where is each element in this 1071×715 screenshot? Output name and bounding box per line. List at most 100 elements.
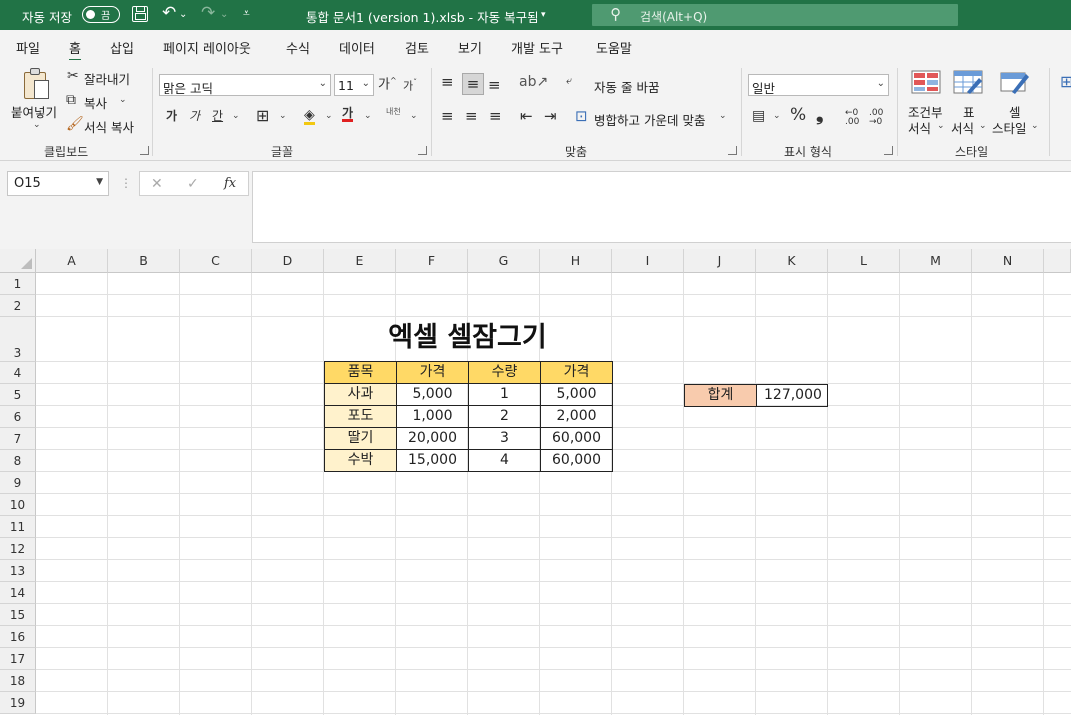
align-bottom-icon[interactable]: ≡: [488, 78, 501, 93]
menu-insert[interactable]: 삽입: [110, 38, 134, 57]
italic-button[interactable]: 가: [189, 110, 200, 122]
table-cell[interactable]: 2,000: [540, 405, 613, 428]
wrap-text-icon[interactable]: ⤶: [566, 75, 572, 86]
table-cell[interactable]: 20,000: [396, 427, 469, 450]
number-launcher-icon[interactable]: [884, 146, 893, 155]
decrease-decimal-icon[interactable]: .00 →0: [869, 109, 883, 127]
format-painter-button[interactable]: 서식 복사: [84, 117, 134, 136]
column-header-i[interactable]: I: [612, 249, 684, 273]
column-header-g[interactable]: G: [468, 249, 540, 273]
cut-button[interactable]: 잘라내기: [84, 69, 130, 88]
sheet-title[interactable]: 엑셀 셀잠그기: [324, 318, 611, 358]
wrap-text-button[interactable]: 자동 줄 바꿈: [594, 77, 659, 96]
paste-dropdown-icon[interactable]: ⌄: [33, 121, 41, 130]
worksheet-grid[interactable]: ABCDEFGHIJKLMN 1 2 3 4 5 6 7 8 9 10 11 12 13 14 15 16 17…: [0, 249, 1071, 715]
undo-icon[interactable]: ↶: [162, 3, 176, 23]
column-header-b[interactable]: B: [108, 249, 180, 273]
table-cell[interactable]: 2: [468, 405, 541, 428]
name-box[interactable]: O15 ▼: [7, 171, 109, 196]
cell-styles-label-2[interactable]: 스타일: [992, 118, 1027, 137]
format-as-table-icon[interactable]: [953, 70, 983, 94]
row-header-15[interactable]: 15: [0, 604, 36, 626]
font-color-dropdown-icon[interactable]: ⌄: [364, 112, 372, 121]
table-cell[interactable]: 5,000: [540, 383, 613, 406]
select-all-button[interactable]: [0, 249, 36, 273]
insert-cells-icon[interactable]: ⊞: [1060, 74, 1071, 90]
border-dropdown-icon[interactable]: ⌄: [279, 112, 287, 121]
menu-review[interactable]: 검토: [405, 38, 429, 57]
row-header-12[interactable]: 12: [0, 538, 36, 560]
row-header-4[interactable]: 4: [0, 362, 36, 384]
paste-button[interactable]: 붙여넣기: [11, 102, 57, 121]
menu-file[interactable]: 파일: [16, 38, 40, 57]
accounting-dropdown-icon[interactable]: ⌄: [773, 112, 781, 121]
row-header-19[interactable]: 19: [0, 692, 36, 714]
item-name-cell[interactable]: 딸기: [324, 427, 397, 450]
merge-dropdown-icon[interactable]: ⌄: [719, 112, 727, 121]
cell-styles-icon[interactable]: [1000, 70, 1030, 94]
row-header-17[interactable]: 17: [0, 648, 36, 670]
border-icon[interactable]: ⊞: [256, 108, 269, 124]
align-right-icon[interactable]: ≡: [489, 109, 502, 124]
column-header-m[interactable]: M: [900, 249, 972, 273]
copy-icon[interactable]: ⧉: [66, 93, 76, 107]
table-header-cell[interactable]: 수량: [468, 361, 541, 384]
table-dropdown-icon[interactable]: ⌄: [979, 122, 987, 131]
column-header-f[interactable]: F: [396, 249, 468, 273]
increase-font-icon[interactable]: 가^: [378, 77, 397, 92]
increase-decimal-icon[interactable]: ←0.00: [845, 109, 859, 127]
merge-center-icon[interactable]: ⊡: [575, 109, 588, 124]
table-cell[interactable]: 60,000: [540, 449, 613, 472]
column-header-o[interactable]: [1044, 249, 1071, 273]
underline-button[interactable]: 간: [212, 110, 223, 122]
cut-icon[interactable]: ✂: [67, 69, 79, 83]
table-cell[interactable]: 1: [468, 383, 541, 406]
copy-button[interactable]: 복사: [84, 93, 107, 112]
bold-button[interactable]: 가: [166, 110, 177, 122]
row-header-2[interactable]: 2: [0, 295, 36, 317]
table-header-cell[interactable]: 품목: [324, 361, 397, 384]
align-left-icon[interactable]: ≡: [441, 109, 454, 124]
table-cell[interactable]: 15,000: [396, 449, 469, 472]
row-header-1[interactable]: 1: [0, 273, 36, 295]
menu-home[interactable]: 홈: [69, 38, 81, 62]
item-name-cell[interactable]: 수박: [324, 449, 397, 472]
menu-page-layout[interactable]: 페이지 레이아웃: [163, 38, 251, 57]
format-as-table-label-2[interactable]: 서식: [951, 118, 974, 137]
column-header-n[interactable]: N: [972, 249, 1044, 273]
font-family-dropdown[interactable]: 맑은 고딕 ⌄: [159, 74, 331, 96]
row-header-10[interactable]: 10: [0, 494, 36, 516]
row-header-14[interactable]: 14: [0, 582, 36, 604]
table-cell[interactable]: 60,000: [540, 427, 613, 450]
row-header-5[interactable]: 5: [0, 384, 36, 406]
column-header-h[interactable]: H: [540, 249, 612, 273]
decrease-font-icon[interactable]: 가ˇ: [403, 79, 417, 92]
title-dropdown-icon[interactable]: ▾: [541, 10, 546, 20]
decrease-indent-icon[interactable]: ⇤: [520, 109, 533, 124]
table-header-cell[interactable]: 가격: [396, 361, 469, 384]
row-header-7[interactable]: 7: [0, 428, 36, 450]
conditional-formatting-label-2[interactable]: 서식: [908, 118, 931, 137]
insert-function-button[interactable]: fx: [224, 177, 236, 190]
row-header-16[interactable]: 16: [0, 626, 36, 648]
menu-view[interactable]: 보기: [458, 38, 482, 57]
row-header-3[interactable]: 3: [0, 317, 36, 362]
conditional-dropdown-icon[interactable]: ⌄: [937, 122, 945, 131]
align-top-icon[interactable]: ≡: [441, 75, 454, 90]
item-name-cell[interactable]: 포도: [324, 405, 397, 428]
comma-style-button[interactable]: ❟: [816, 105, 823, 124]
menu-data[interactable]: 데이터: [339, 38, 375, 57]
fill-color-dropdown-icon[interactable]: ⌄: [325, 112, 333, 121]
row-header-11[interactable]: 11: [0, 516, 36, 538]
column-header-e[interactable]: E: [324, 249, 396, 273]
column-header-k[interactable]: K: [756, 249, 828, 273]
total-label-cell[interactable]: 합계: [684, 384, 757, 407]
row-header-8[interactable]: 8: [0, 450, 36, 472]
conditional-formatting-icon[interactable]: [911, 70, 941, 94]
column-header-d[interactable]: D: [252, 249, 324, 273]
row-header-18[interactable]: 18: [0, 670, 36, 692]
number-format-dropdown[interactable]: 일반 ⌄: [748, 74, 889, 96]
format-painter-icon[interactable]: 🖌: [66, 117, 84, 131]
column-header-a[interactable]: A: [36, 249, 108, 273]
menu-help[interactable]: 도움말: [596, 38, 632, 57]
